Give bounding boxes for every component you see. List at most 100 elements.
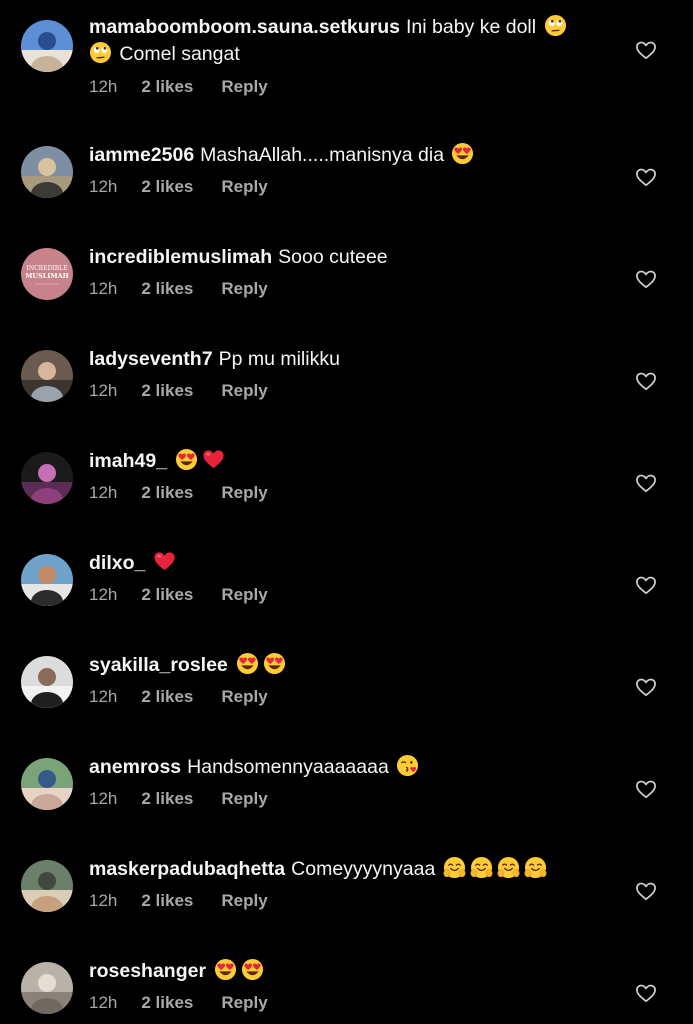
timestamp: 12h: [89, 687, 118, 706]
avatar[interactable]: [21, 554, 73, 606]
like-heart-icon[interactable]: [635, 575, 657, 595]
svg-text:MUSLIMAH: MUSLIMAH: [25, 272, 69, 280]
comment-item: anemross Handsomennyaaaaaaa 12h 2 likes Rep…: [0, 714, 693, 816]
reply-button[interactable]: Reply: [221, 77, 267, 96]
comment-meta: 12h 2 likes Reply: [89, 279, 268, 299]
face-with-rolling-eyes-icon: [544, 14, 567, 37]
username-link[interactable]: maskerpadubaqhetta: [89, 858, 285, 880]
avatar[interactable]: [21, 146, 73, 198]
smiling-face-with-heart-eyes-icon: [175, 448, 198, 471]
like-heart-icon[interactable]: [635, 371, 657, 391]
username-link[interactable]: imah49_: [89, 450, 167, 472]
username-link[interactable]: dilxo_: [89, 552, 145, 574]
reply-button[interactable]: Reply: [221, 993, 267, 1012]
avatar[interactable]: [21, 860, 73, 912]
reply-button[interactable]: Reply: [221, 483, 267, 502]
comment-body: roseshanger: [89, 958, 609, 985]
like-heart-icon[interactable]: [635, 40, 657, 60]
comment-item: mamaboomboom.sauna.setkurus Ini baby ke d…: [0, 0, 693, 102]
likes-count-link[interactable]: 2 likes: [141, 687, 193, 706]
comment-meta: 12h 2 likes Reply: [89, 77, 268, 97]
like-heart-icon[interactable]: [635, 473, 657, 493]
comment-meta: 12h 2 likes Reply: [89, 585, 268, 605]
like-heart-icon[interactable]: [635, 779, 657, 799]
comment-meta: 12h 2 likes Reply: [89, 891, 268, 911]
timestamp: 12h: [89, 891, 118, 910]
smiling-face-with-heart-eyes-icon: [214, 958, 237, 981]
hugging-face-icon: [470, 856, 493, 879]
comment-item: dilxo_ 12h 2 likes Reply: [0, 510, 693, 612]
likes-count-link[interactable]: 2 likes: [141, 177, 193, 196]
comment-text: MashaAllah.....manisnya dia: [200, 144, 445, 166]
face-with-rolling-eyes-icon: [89, 41, 112, 64]
comment-item: iamme2506 MashaAllah.....manisnya dia 12h…: [0, 102, 693, 204]
likes-count-link[interactable]: 2 likes: [141, 279, 193, 298]
comment-meta: 12h 2 likes Reply: [89, 381, 268, 401]
comment-item: syakilla_roslee 12h 2 likes Reply: [0, 612, 693, 714]
username-link[interactable]: roseshanger: [89, 960, 206, 982]
comment-item: ladyseventh7 Pp mu milikku 12h 2 likes Repl…: [0, 306, 693, 408]
reply-button[interactable]: Reply: [221, 279, 267, 298]
reply-button[interactable]: Reply: [221, 891, 267, 910]
likes-count-link[interactable]: 2 likes: [141, 381, 193, 400]
comment-body: ladyseventh7 Pp mu milikku: [89, 346, 609, 373]
reply-button[interactable]: Reply: [221, 177, 267, 196]
likes-count-link[interactable]: 2 likes: [141, 483, 193, 502]
hugging-face-icon: [524, 856, 547, 879]
reply-button[interactable]: Reply: [221, 687, 267, 706]
comment-item: INCREDIBLE MUSLIMAH incrediblemuslimah Sooo…: [0, 204, 693, 306]
like-heart-icon[interactable]: [635, 269, 657, 289]
red-heart-icon: [202, 448, 225, 471]
reply-button[interactable]: Reply: [221, 789, 267, 808]
comment-item: imah49_ 12h 2 likes Reply: [0, 408, 693, 510]
timestamp: 12h: [89, 279, 118, 298]
reply-button[interactable]: Reply: [221, 381, 267, 400]
avatar[interactable]: [21, 962, 73, 1014]
username-link[interactable]: mamaboomboom.sauna.setkurus: [89, 16, 400, 38]
comment-meta: 12h 2 likes Reply: [89, 789, 268, 809]
reply-button[interactable]: Reply: [221, 585, 267, 604]
like-heart-icon[interactable]: [635, 881, 657, 901]
hugging-face-icon: [497, 856, 520, 879]
face-blowing-a-kiss-icon: [396, 754, 419, 777]
like-heart-icon[interactable]: [635, 167, 657, 187]
likes-count-link[interactable]: 2 likes: [141, 77, 193, 96]
smiling-face-with-heart-eyes-icon: [263, 652, 286, 675]
smiling-face-with-heart-eyes-icon: [236, 652, 259, 675]
comment-text: Ini baby ke doll: [406, 16, 537, 38]
avatar[interactable]: [21, 350, 73, 402]
svg-text:INCREDIBLE: INCREDIBLE: [26, 265, 67, 272]
comment-body: incrediblemuslimah Sooo cuteee: [89, 244, 609, 271]
likes-count-link[interactable]: 2 likes: [141, 891, 193, 910]
avatar[interactable]: [21, 758, 73, 810]
comment-meta: 12h 2 likes Reply: [89, 483, 268, 503]
timestamp: 12h: [89, 993, 118, 1012]
comment-item: roseshanger 12h 2 likes Reply: [0, 918, 693, 1020]
comment-body: iamme2506 MashaAllah.....manisnya dia: [89, 142, 609, 169]
avatar[interactable]: [21, 452, 73, 504]
username-link[interactable]: incrediblemuslimah: [89, 246, 272, 268]
likes-count-link[interactable]: 2 likes: [141, 993, 193, 1012]
avatar[interactable]: INCREDIBLE MUSLIMAH: [21, 248, 73, 300]
likes-count-link[interactable]: 2 likes: [141, 789, 193, 808]
like-heart-icon[interactable]: [635, 983, 657, 1003]
likes-count-link[interactable]: 2 likes: [141, 585, 193, 604]
username-link[interactable]: anemross: [89, 756, 181, 778]
timestamp: 12h: [89, 789, 118, 808]
comment-text: Comel sangat: [119, 43, 240, 65]
comment-body: imah49_: [89, 448, 609, 475]
like-heart-icon[interactable]: [635, 677, 657, 697]
avatar[interactable]: [21, 20, 73, 72]
username-link[interactable]: syakilla_roslee: [89, 654, 228, 676]
username-link[interactable]: iamme2506: [89, 144, 194, 166]
comment-text: Handsomennyaaaaaaa: [187, 756, 389, 778]
red-heart-icon: [153, 550, 176, 573]
timestamp: 12h: [89, 177, 118, 196]
username-link[interactable]: ladyseventh7: [89, 348, 213, 370]
comment-body: dilxo_: [89, 550, 609, 577]
comment-text: Pp mu milikku: [218, 348, 340, 370]
comment-meta: 12h 2 likes Reply: [89, 993, 268, 1013]
comment-item: maskerpadubaqhetta Comeyyyynyaaa 12h 2 lik…: [0, 816, 693, 918]
smiling-face-with-heart-eyes-icon: [241, 958, 264, 981]
avatar[interactable]: [21, 656, 73, 708]
